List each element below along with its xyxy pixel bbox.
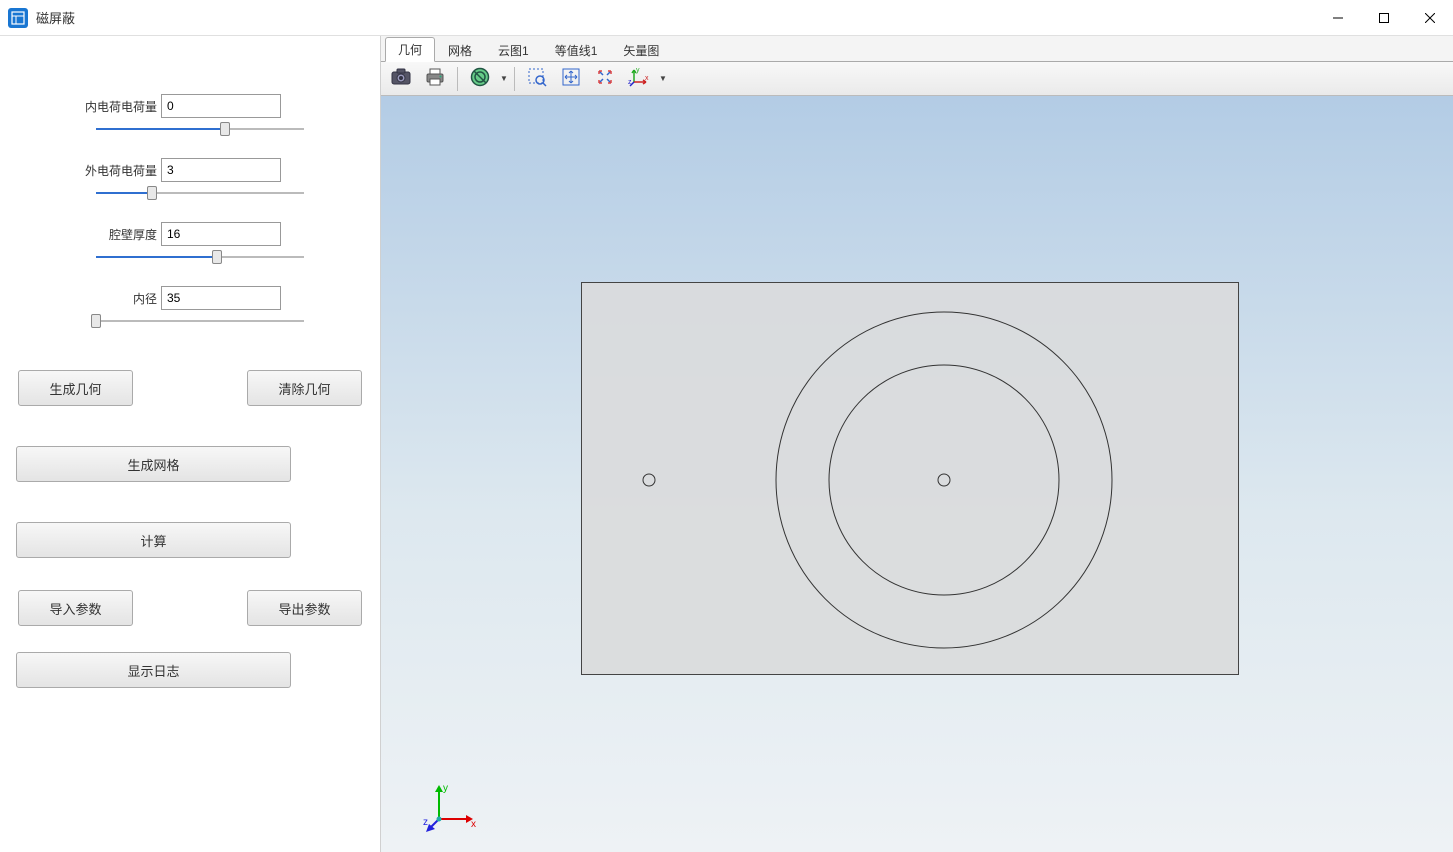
generate-mesh-button[interactable]: 生成网格	[16, 446, 291, 482]
outer-ring-circle	[776, 312, 1112, 648]
titlebar: 磁屏蔽	[0, 0, 1453, 36]
print-button[interactable]	[419, 65, 451, 93]
toolbar-separator	[457, 67, 458, 91]
inner-radius-input[interactable]	[161, 286, 281, 310]
param-wall-thickness: 腔壁厚度	[16, 222, 364, 246]
axis-triad: y x z	[421, 777, 481, 837]
wall-thickness-input[interactable]	[161, 222, 281, 246]
shield-icon	[470, 67, 490, 90]
sidebar: 内电荷电荷量 外电荷电荷量 腔壁厚度	[0, 36, 380, 852]
wall-thickness-label: 腔壁厚度	[81, 226, 161, 243]
tab-vector[interactable]: 矢量图	[610, 37, 672, 62]
snapshot-button[interactable]	[385, 65, 417, 93]
axes-dropdown-arrow[interactable]: ▼	[657, 74, 667, 83]
clear-geometry-button[interactable]: 清除几何	[247, 370, 362, 406]
maximize-button[interactable]	[1361, 0, 1407, 36]
compute-button[interactable]: 计算	[16, 522, 291, 558]
axes-button[interactable]: y x z	[623, 65, 655, 93]
content-area: 几何 网格 云图1 等值线1 矢量图	[380, 36, 1453, 852]
inner-charge-slider[interactable]	[96, 122, 304, 136]
show-log-button[interactable]: 显示日志	[16, 652, 291, 688]
tabbar: 几何 网格 云图1 等值线1 矢量图	[381, 36, 1453, 62]
zoom-reset-icon	[595, 67, 615, 90]
axis-z-label: z	[423, 817, 428, 828]
inner-ring-circle	[829, 365, 1059, 595]
inner-charge-input[interactable]	[161, 94, 281, 118]
tab-mesh[interactable]: 网格	[435, 37, 485, 62]
toolbar: ▼	[381, 62, 1453, 96]
fit-button[interactable]	[555, 65, 587, 93]
tab-contour1[interactable]: 等值线1	[542, 37, 611, 62]
param-outer-charge: 外电荷电荷量	[16, 158, 364, 182]
inner-charge-circle	[938, 474, 950, 486]
inner-radius-slider[interactable]	[96, 314, 304, 328]
outer-charge-input[interactable]	[161, 158, 281, 182]
material-button[interactable]	[464, 65, 496, 93]
fit-extents-icon	[561, 67, 581, 90]
material-dropdown-arrow[interactable]: ▼	[498, 74, 508, 83]
minimize-button[interactable]	[1315, 0, 1361, 36]
zoom-box-icon	[527, 67, 547, 90]
inner-radius-label: 内径	[81, 290, 161, 307]
axis-x-label: x	[471, 819, 476, 830]
printer-icon	[425, 68, 445, 89]
svg-text:z: z	[628, 79, 632, 86]
inner-charge-label: 内电荷电荷量	[81, 98, 161, 115]
outer-charge-slider[interactable]	[96, 186, 304, 200]
svg-text:y: y	[636, 67, 640, 74]
window-title: 磁屏蔽	[36, 8, 75, 27]
viewport-3d[interactable]: y x z	[381, 96, 1453, 852]
svg-text:x: x	[645, 75, 649, 82]
zoom-box-button[interactable]	[521, 65, 553, 93]
outer-charge-label: 外电荷电荷量	[81, 162, 161, 179]
import-params-button[interactable]: 导入参数	[18, 590, 133, 626]
tab-surface1[interactable]: 云图1	[485, 37, 542, 62]
axis-y-label: y	[443, 783, 448, 794]
tab-geometry[interactable]: 几何	[385, 37, 435, 62]
app-icon	[8, 8, 28, 28]
toolbar-separator	[514, 67, 515, 91]
export-params-button[interactable]: 导出参数	[247, 590, 362, 626]
param-inner-radius: 内径	[16, 286, 364, 310]
generate-geometry-button[interactable]: 生成几何	[18, 370, 133, 406]
param-inner-charge: 内电荷电荷量	[16, 94, 364, 118]
camera-icon	[391, 68, 411, 89]
outer-charge-circle	[643, 474, 655, 486]
wall-thickness-slider[interactable]	[96, 250, 304, 264]
geometry-rect	[581, 282, 1239, 675]
axes-icon: y x z	[628, 66, 650, 91]
zoom-reset-button[interactable]	[589, 65, 621, 93]
close-button[interactable]	[1407, 0, 1453, 36]
